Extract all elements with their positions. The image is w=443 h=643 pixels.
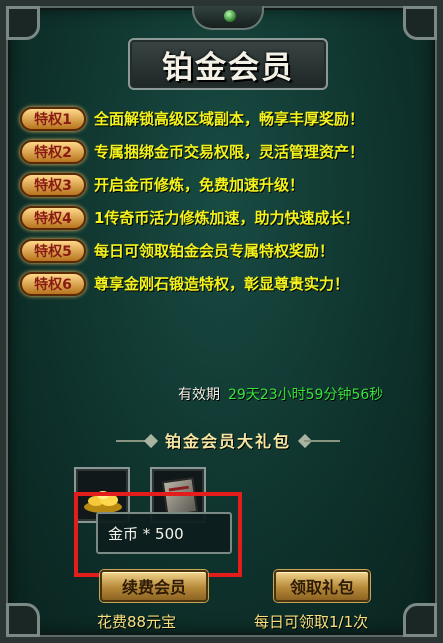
frame-corner bbox=[403, 603, 437, 637]
privilege-badge: 特权2 bbox=[20, 139, 86, 164]
title-plate: 铂金会员 bbox=[128, 38, 328, 90]
privilege-item: 特权6 尊享金刚石锻造特权，彰显尊贵实力！ bbox=[20, 267, 440, 300]
privilege-text: 每日可领取铂金会员专属特权奖励！ bbox=[94, 242, 335, 260]
frame-corner bbox=[6, 6, 40, 40]
privilege-badge: 特权6 bbox=[20, 271, 86, 296]
panel-title: 铂金会员 bbox=[162, 49, 294, 86]
crest-ornament bbox=[192, 6, 264, 30]
divider bbox=[304, 440, 340, 442]
validity-row: 有效期 29天23小时59分钟56秒 bbox=[178, 384, 383, 404]
privilege-text: 开启金币修炼，免费加速升级！ bbox=[94, 176, 305, 194]
privilege-badge: 特权1 bbox=[20, 106, 86, 131]
privilege-text: 全面解锁高级区域副本，畅享丰厚奖励！ bbox=[94, 110, 365, 128]
platinum-membership-panel: 铂金会员 特权1 全面解锁高级区域副本，畅享丰厚奖励！ 特权2 专属捆绑金币交易… bbox=[0, 0, 443, 643]
frame-corner bbox=[6, 603, 40, 637]
privilege-text: 尊享金刚石锻造特权，彰显尊贵实力！ bbox=[94, 275, 350, 293]
cost-label: 花费88元宝 bbox=[97, 613, 177, 631]
privilege-badge: 特权3 bbox=[20, 172, 86, 197]
claim-gift-button[interactable]: 领取礼包 bbox=[274, 570, 370, 602]
privilege-text: 专属捆绑金币交易权限，灵活管理资产！ bbox=[94, 143, 365, 161]
privilege-list: 特权1 全面解锁高级区域副本，畅享丰厚奖励！ 特权2 专属捆绑金币交易权限，灵活… bbox=[20, 102, 440, 300]
validity-label: 有效期 bbox=[178, 387, 220, 403]
gem-icon bbox=[224, 10, 236, 22]
privilege-item: 特权4 1传奇币活力修炼加速，助力快速成长！ bbox=[20, 201, 440, 234]
privilege-badge: 特权5 bbox=[20, 238, 86, 263]
privilege-item: 特权3 开启金币修炼，免费加速升级！ bbox=[20, 168, 440, 201]
privilege-item: 特权1 全面解锁高级区域副本，畅享丰厚奖励！ bbox=[20, 102, 440, 135]
frame-corner bbox=[403, 6, 437, 40]
claim-limit-label: 每日可领取1/1次 bbox=[254, 613, 369, 631]
privilege-item: 特权5 每日可领取铂金会员专属特权奖励！ bbox=[20, 234, 440, 267]
privilege-item: 特权2 专属捆绑金币交易权限，灵活管理资产！ bbox=[20, 135, 440, 168]
validity-countdown: 29天23小时59分钟56秒 bbox=[228, 387, 384, 403]
gift-pack-header: 铂金会员大礼包 bbox=[116, 428, 340, 454]
diamond-ornament-icon bbox=[143, 433, 159, 449]
privilege-badge: 特权4 bbox=[20, 205, 86, 230]
gift-pack-title: 铂金会员大礼包 bbox=[164, 432, 291, 451]
highlight-box bbox=[74, 492, 242, 577]
privilege-text: 1传奇币活力修炼加速，助力快速成长！ bbox=[94, 209, 360, 227]
renew-membership-button[interactable]: 续费会员 bbox=[100, 570, 208, 602]
